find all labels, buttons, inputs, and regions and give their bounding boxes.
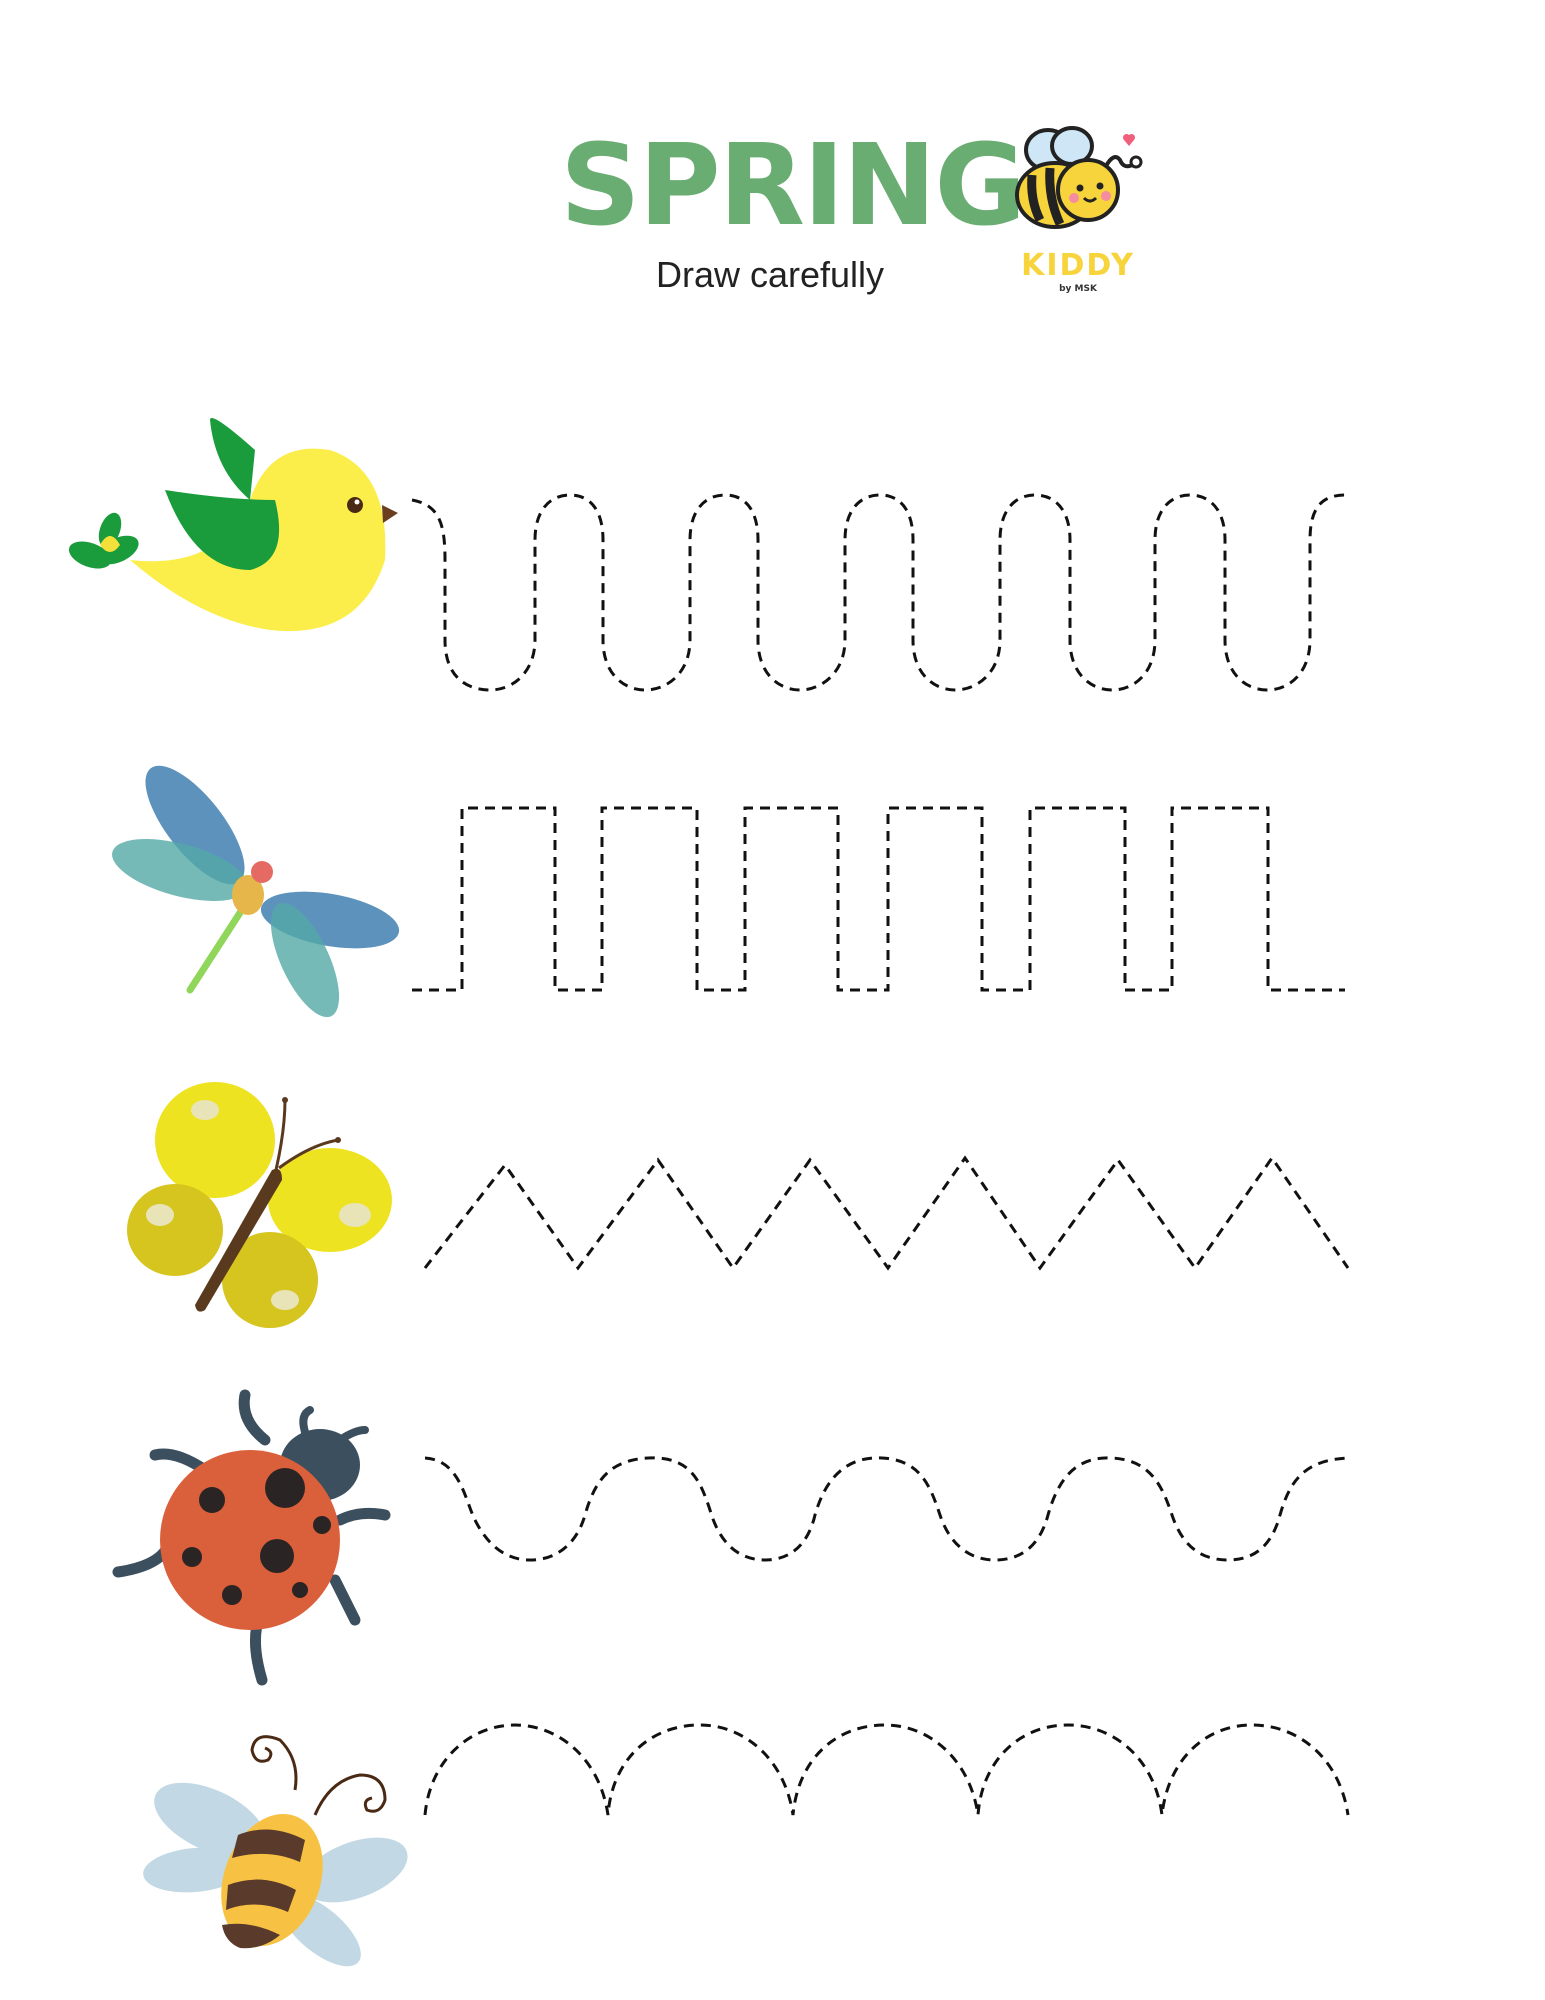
- arches-trace: [423, 1723, 1350, 1816]
- zigzag-trace: [423, 1155, 1350, 1271]
- bee-icon: [143, 1735, 408, 1967]
- tracing-area: [68, 418, 1350, 1967]
- butterfly-icon: [127, 1082, 392, 1328]
- worksheet-page: SPRING Draw carefully KIDDY by MSK: [0, 0, 1545, 2000]
- bird-icon: [68, 418, 398, 632]
- loop-wave-trace: [411, 493, 1346, 692]
- square-wave-trace: [412, 806, 1345, 992]
- smooth-wave-trace: [424, 1456, 1349, 1562]
- dragonfly-icon: [112, 765, 400, 1018]
- ladybug-icon: [112, 1389, 391, 1686]
